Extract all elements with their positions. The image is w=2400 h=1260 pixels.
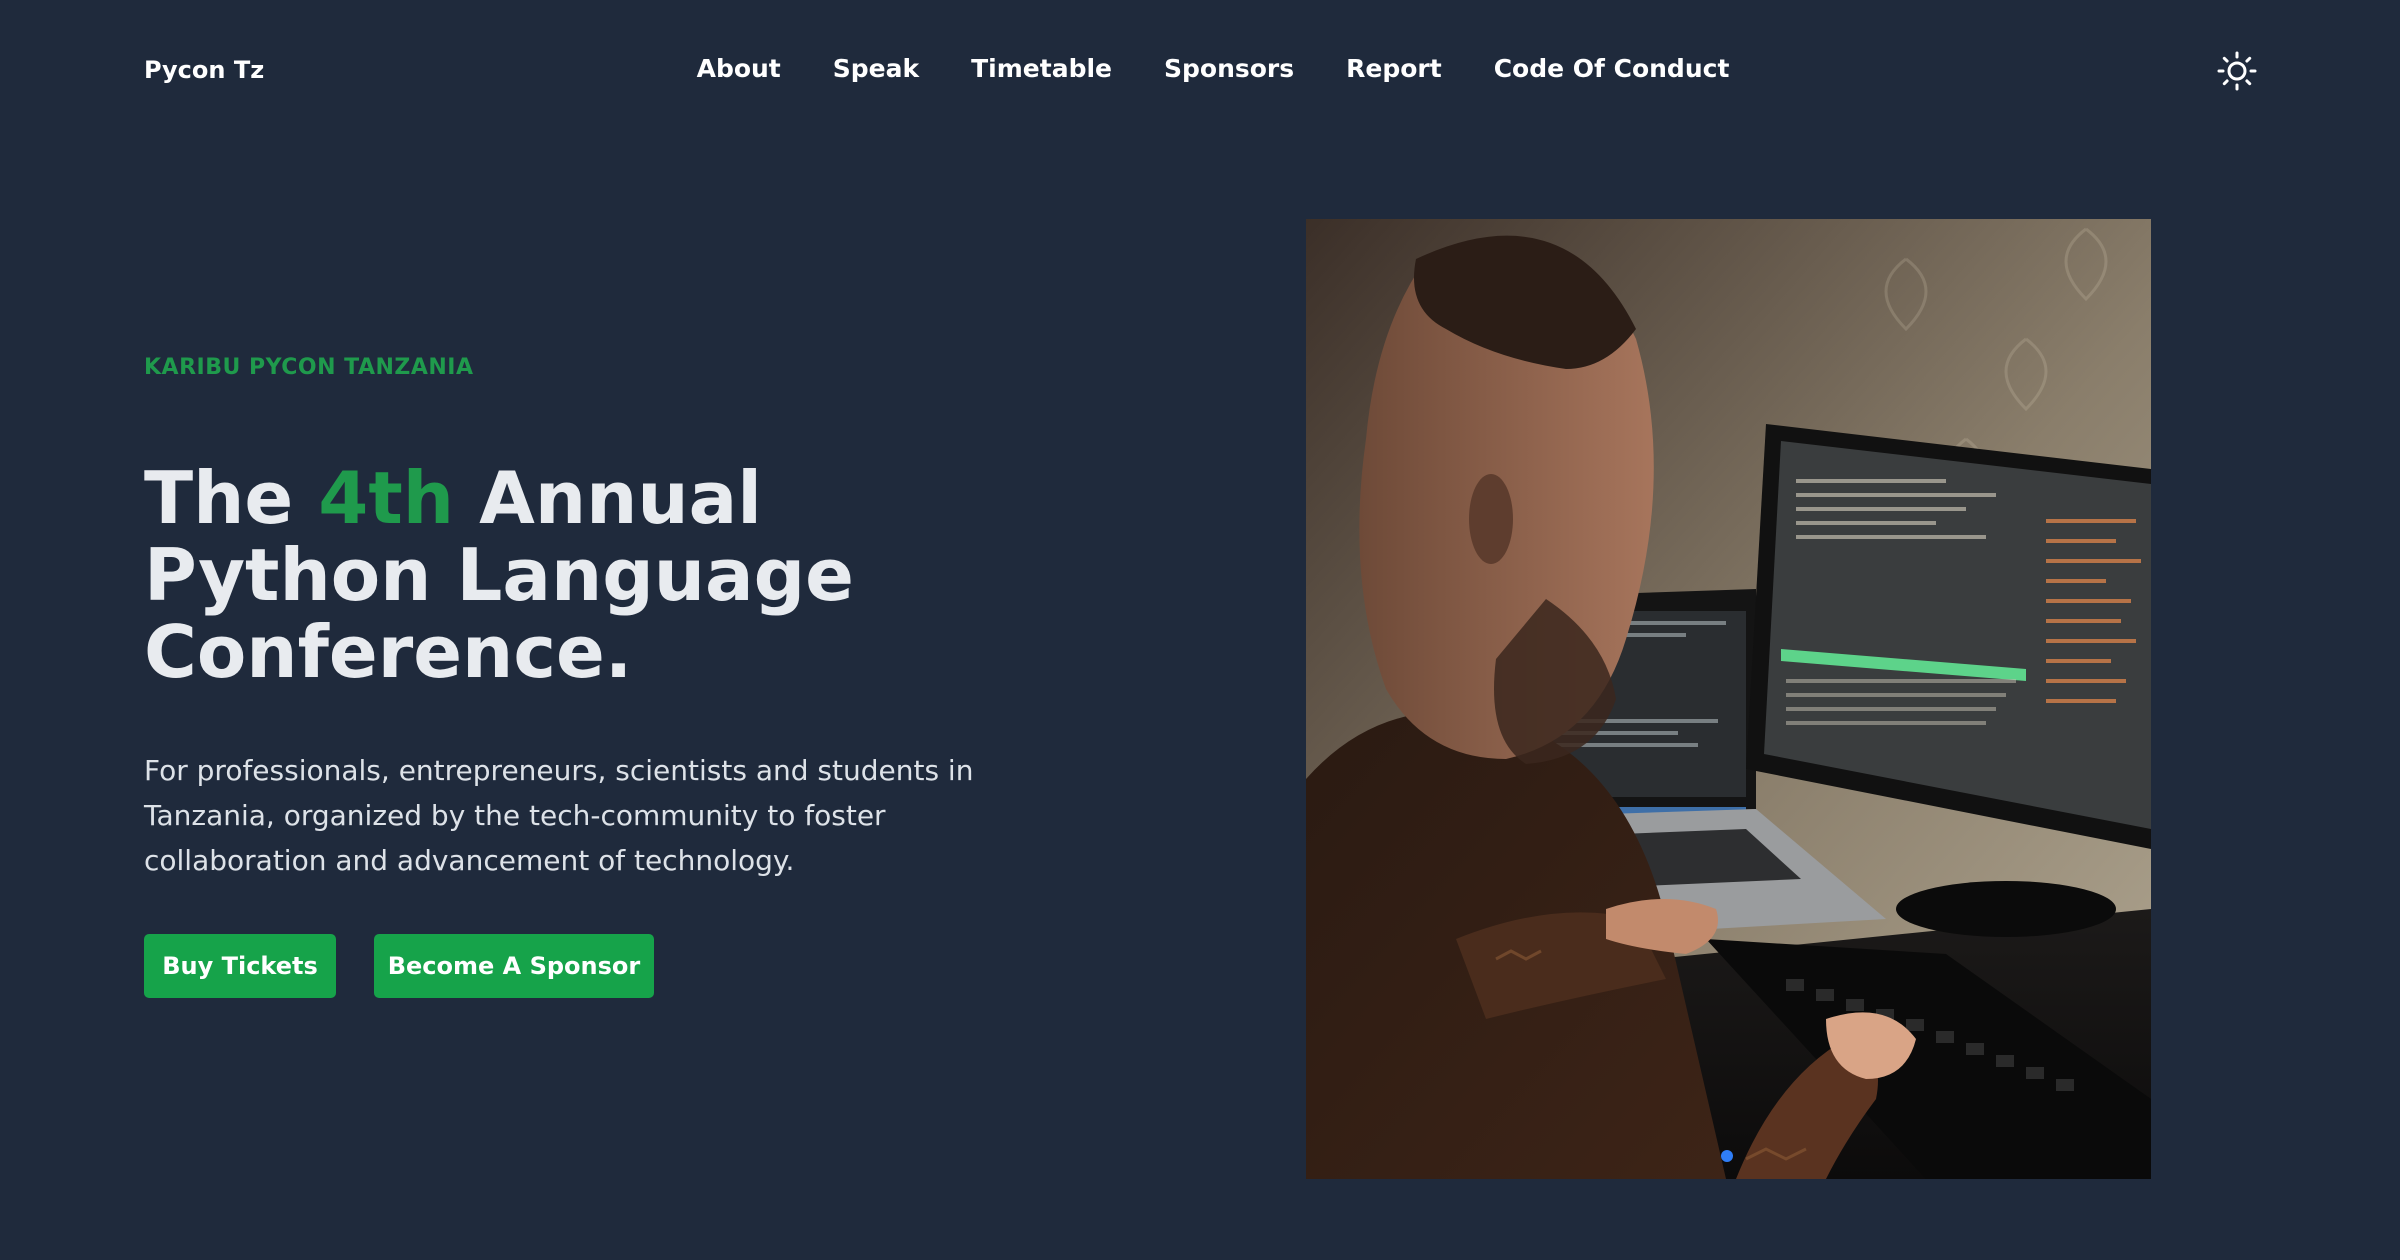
headline-line1-rest: Annual: [454, 456, 762, 540]
hero-headline: The 4th Annual Python Language Conferenc…: [144, 460, 1044, 691]
nav-sponsors[interactable]: Sponsors: [1164, 54, 1294, 83]
headline-line2: Python Language: [144, 533, 854, 617]
nav-code-of-conduct[interactable]: Code Of Conduct: [1494, 54, 1730, 83]
hero-photo: [1306, 219, 2151, 1179]
headline-accent: 4th: [318, 456, 455, 540]
main-nav: About Speak Timetable Sponsors Report Co…: [0, 54, 2400, 83]
nav-about[interactable]: About: [697, 54, 781, 83]
nav-timetable[interactable]: Timetable: [971, 54, 1112, 83]
developer-at-desk-illustration: [1306, 219, 2151, 1179]
hero-eyebrow: KARIBU PYCON TANZANIA: [144, 355, 474, 380]
theme-toggle-button[interactable]: [2216, 50, 2258, 92]
nav-speak[interactable]: Speak: [833, 54, 919, 83]
landing-page: Pycon Tz About Speak Timetable Sponsors …: [0, 0, 2400, 1260]
sun-icon: [2217, 51, 2257, 91]
buy-tickets-button[interactable]: Buy Tickets: [144, 934, 336, 998]
headline-pre: The: [144, 456, 319, 540]
headline-line3: Conference.: [144, 610, 633, 694]
hero-description: For professionals, entrepreneurs, scient…: [144, 754, 974, 877]
nav-report[interactable]: Report: [1346, 54, 1442, 83]
become-sponsor-button[interactable]: Become A Sponsor: [374, 934, 654, 998]
carousel-dot-active[interactable]: [1721, 1150, 1733, 1162]
